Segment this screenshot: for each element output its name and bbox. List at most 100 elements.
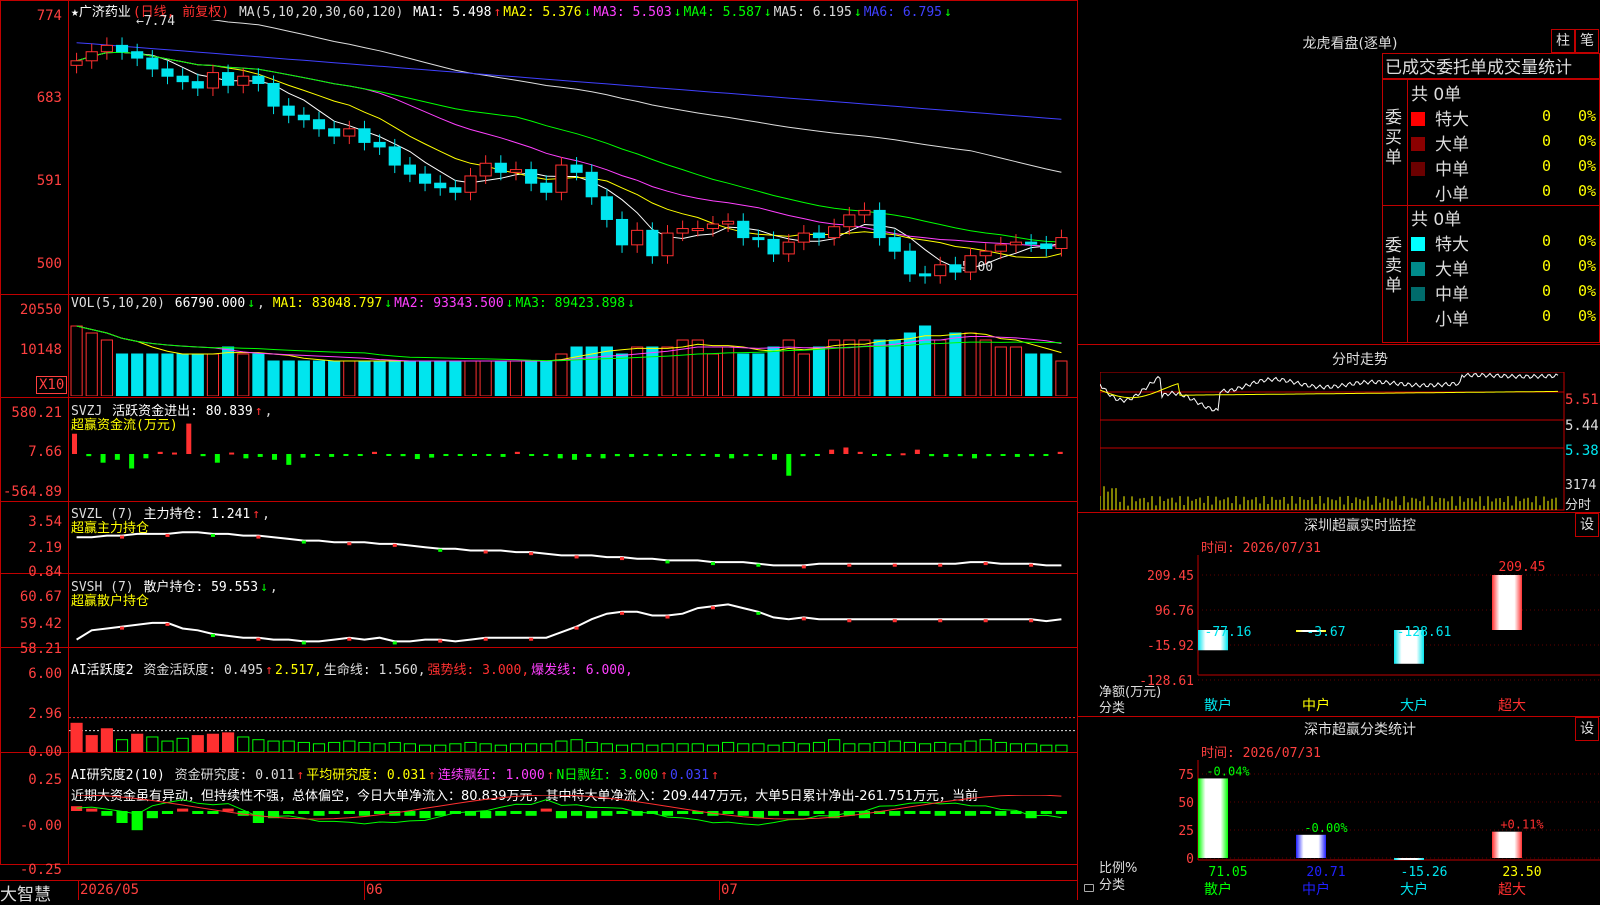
svsh-chart[interactable]	[69, 597, 1077, 647]
kline-chart[interactable]	[69, 20, 1077, 292]
vol-bar-0	[70, 325, 83, 396]
vol-unit-badge[interactable]: X10	[36, 376, 68, 394]
vol-label: VOL(5,10,20)	[71, 296, 165, 311]
candle-50	[828, 226, 841, 239]
ai-research-chart[interactable]	[69, 795, 1077, 865]
ai-active-bar-46	[767, 744, 780, 752]
stock-title[interactable]: ★广济药业	[71, 5, 131, 20]
svzj-bar-60	[929, 454, 935, 457]
sz-stat-chart[interactable]: 75 50 25 0 71.05散户 20.71中户 -15.26大户 23.50 超大 -0.0…	[1078, 760, 1600, 900]
szs-svg-value-1: 20.71	[1306, 865, 1345, 880]
sz-stat-cat-label: 分类	[1099, 878, 1126, 893]
buy-swatch-3	[1411, 187, 1425, 201]
ai-active-bar-53	[873, 741, 886, 752]
szm-svg-value-1: -3.67	[1306, 625, 1345, 640]
ai-research-bar-23	[419, 811, 431, 819]
candle-41	[691, 228, 704, 232]
x-label-0: 2026/05	[80, 882, 140, 898]
ai-research-bar-9	[207, 811, 219, 814]
svsh-dot-54	[892, 619, 897, 623]
svzl-ytick-0: 3.54	[28, 514, 62, 530]
svzj-bar-44	[700, 454, 706, 456]
ai-research-field-0: 资金研究度: 0.011	[174, 768, 295, 783]
szm-svg-value-2: -128.61	[1397, 625, 1452, 640]
ai-active-bar-48	[797, 743, 810, 752]
candle-56	[918, 273, 932, 277]
sz-stat-settings-button[interactable]: 设	[1575, 717, 1599, 741]
ai-active-bar-19	[358, 741, 371, 752]
ai-research-bar-31	[540, 808, 552, 812]
vol-ma-label-arrow-2: ↓	[627, 296, 635, 311]
candle-65	[1055, 237, 1068, 249]
svzj-bar-63	[972, 454, 977, 459]
ai-active-bar-2	[100, 728, 113, 752]
svsh-dot-12	[256, 637, 261, 641]
buy-pct-2: 0%	[1578, 157, 1597, 175]
ai-active-chart[interactable]	[69, 670, 1077, 752]
longhu-tab-bar[interactable]: 柱	[1551, 29, 1575, 53]
candle-51	[843, 214, 856, 228]
vol-bar-60	[979, 339, 992, 396]
sell-pct-0: 0%	[1578, 232, 1597, 250]
svzl-dot-3	[120, 535, 125, 539]
svzl-ytick-1: 2.19	[28, 540, 62, 556]
vol-ma-label-2: MA3: 89423.898	[515, 296, 626, 311]
buy-row-2: 中单	[1411, 155, 1469, 180]
svzj-ytick-1: 7.66	[28, 444, 62, 460]
longhu-tab-tick[interactable]: 笔	[1575, 29, 1599, 53]
szs-svg-value-0: 71.05	[1208, 865, 1247, 880]
intraday-chart[interactable]	[1100, 372, 1565, 512]
ai-research-field-3: N日飘红: 3.000	[556, 768, 659, 783]
svzj-bar-24	[414, 454, 420, 460]
svsh-dot-21	[392, 641, 397, 645]
svzj-bar-3	[114, 454, 120, 460]
svzj-bar-18	[329, 454, 335, 457]
ai-research-line-red	[76, 795, 1062, 820]
sell-count-3: 0	[1542, 307, 1552, 325]
ai-research-bar-5	[146, 811, 158, 819]
ai-research-bar-0	[71, 806, 83, 811]
sz-monitor-title: 深圳超赢实时监控	[1304, 518, 1416, 534]
vol-bar-30	[525, 360, 538, 396]
svzl-chart[interactable]	[69, 524, 1077, 572]
svsh-ytick-1: 59.42	[19, 616, 62, 632]
svzj-bar-68	[1043, 454, 1049, 456]
svzl-dot-27	[483, 550, 488, 554]
ai-research-bar-44	[737, 811, 749, 816]
ai-active-bar-4	[131, 733, 144, 752]
candle-60	[979, 250, 992, 257]
candle-53	[873, 209, 886, 239]
vol-bar-12	[252, 353, 265, 396]
x-label-2: 07	[721, 882, 738, 898]
szm-svg-category-0: 散户	[1204, 697, 1232, 714]
svsh-arrow: ↓	[260, 580, 268, 595]
candle-31	[540, 182, 553, 193]
ai-active-bar-32	[555, 740, 568, 752]
vol-bar-31	[540, 360, 553, 396]
svsh-dot-51	[847, 619, 852, 623]
volume-chart[interactable]	[69, 312, 1077, 396]
right-divider	[1077, 0, 1078, 900]
vol-bar-62	[1009, 346, 1023, 396]
svzj-bar-29	[486, 454, 492, 456]
ma-line-4	[210, 20, 1062, 173]
candle-46	[767, 238, 780, 255]
candle-4	[131, 51, 144, 59]
brand-logo[interactable]: 大智慧	[0, 880, 51, 905]
candle-18	[343, 128, 356, 137]
svzj-chart[interactable]	[69, 412, 1077, 500]
ai-active-bar-17	[328, 741, 341, 752]
svzj-bar-39	[629, 454, 635, 457]
buy-label: 委买单	[1385, 108, 1402, 168]
ai-active-bar-21	[388, 741, 401, 752]
svzj-bar-5	[143, 454, 149, 459]
vol-bar-11	[237, 353, 250, 396]
sep-kline-vol	[0, 294, 1078, 295]
ai-research-bar-29	[510, 811, 522, 814]
sz-monitor-settings-button[interactable]: 设	[1575, 513, 1599, 537]
ai-active-bar-11	[237, 736, 250, 752]
vol-bar-54	[888, 339, 901, 396]
ai-research-bar-17	[328, 811, 340, 814]
ai-active-bar-61	[994, 741, 1007, 752]
candle-0	[70, 60, 83, 66]
